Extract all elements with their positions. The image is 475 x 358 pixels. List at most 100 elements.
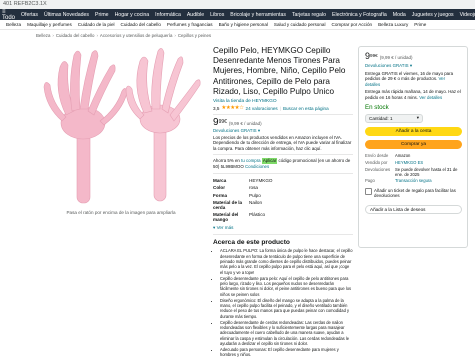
breadcrumb-item[interactable]: Cuidado del cabello [56, 33, 95, 38]
subnav-item[interactable]: Cuidado de la piel [75, 22, 118, 27]
add-to-wishlist-button[interactable]: Añadir a la Lista de deseos [365, 204, 462, 214]
nav-item[interactable]: Electrónica y Fotografía [329, 12, 390, 18]
nav-item[interactable]: Libros [207, 12, 227, 18]
browser-url: 401 REFB2C3.1X [3, 1, 47, 7]
image-zoom-caption: Pasa el ratón por encima de la imagen pa… [66, 210, 176, 215]
nav-item[interactable]: Últimas Novedades [41, 12, 92, 18]
free-returns-link[interactable]: Devoluciones GRATIS ▾ [213, 128, 353, 134]
breadcrumb-item[interactable]: Belleza [36, 33, 50, 38]
price-per-unit: (9,99 € / unidad) [228, 121, 262, 127]
subnav-item[interactable]: Maquillaje y perfumes [24, 22, 75, 27]
spec-key: Color [213, 185, 225, 191]
nav-item[interactable]: Ofertas [18, 12, 41, 18]
spec-row: Marca HEYMKGO [213, 177, 353, 184]
nav-item[interactable]: Bricolaje y herramientas [227, 12, 289, 18]
coupon-terms-link[interactable]: Condiciones [245, 164, 269, 169]
divider [213, 172, 353, 174]
seller-value: Transacción segura [395, 178, 432, 184]
subnav-item[interactable]: Comprar por Acción [329, 22, 376, 27]
divider [213, 154, 353, 156]
feature-bullet: ACLARA EL PULPO: La forma única de pulpo… [220, 248, 353, 274]
product-details: Cepillo Pelo, HEYMKGO Cepillo Desenredan… [213, 46, 353, 358]
buybox-returns-link[interactable]: Devoluciones GRATIS ▾ [365, 63, 461, 69]
subnav-item[interactable]: Cuidado del cabello [118, 22, 164, 27]
spec-key: Forma [213, 192, 228, 198]
feature-bullets: ACLARA EL PULPO: La forma única de pulpo… [213, 248, 353, 357]
breadcrumb: Belleza › Cuidado del cabello › Accesorios y… [36, 33, 211, 38]
product-image [43, 48, 201, 204]
all-menu-button[interactable]: ≡ Todo [0, 9, 18, 20]
star-rating-icon[interactable]: ★★★★☆ [221, 105, 244, 111]
ratings-count-link[interactable]: 24 valoraciones [246, 106, 278, 111]
delivery-info: Entrega GRATIS el viernes, 16 de mayo pa… [365, 70, 454, 87]
top-nav-bar: ≡ Todo Ofertas Últimas Novedades Prime Hoga… [0, 9, 475, 20]
subnav-item[interactable]: Salud y cuidado personal [271, 22, 329, 27]
coupon-row: Ahorra 5% en tu compra Aplicar código pr… [213, 158, 351, 169]
buy-box: 9 99€ (9,99 € / unidad) Devoluciones GRA… [358, 46, 468, 248]
tax-note: Los precios de los productos vendidos en… [213, 134, 352, 151]
nav-item[interactable]: Informática [152, 12, 184, 18]
nav-item[interactable]: Hogar y cocina [112, 12, 153, 18]
nav-item[interactable]: Moda [390, 12, 409, 18]
seller-key: Vendido por [365, 159, 388, 165]
seller-row: Vendido por HEYMKGO ES [365, 159, 461, 166]
spec-key: Material de la cerda [213, 199, 243, 210]
brush-left-image [43, 50, 128, 204]
add-to-cart-button[interactable]: Añadir a la cesta [365, 126, 462, 136]
gift-receipt-option[interactable]: Añadir un ticket de regalo para facilita… [365, 188, 461, 199]
nav-item[interactable]: Prime [92, 12, 112, 18]
seller-value[interactable]: HEYMKGO ES [395, 159, 461, 166]
breadcrumb-item[interactable]: Accesorios y utensilios de peluquería [100, 33, 173, 38]
spec-value: Nailon [249, 199, 263, 205]
search-page-link[interactable]: Buscar en esta página [283, 106, 329, 111]
price-cents: 99€ [218, 119, 227, 126]
nav-item[interactable]: Videojuegos [457, 12, 475, 18]
seller-row: Pago Transacción segura [365, 177, 461, 184]
nav-item[interactable]: Juguetes y juegos [409, 12, 457, 18]
breadcrumb-item[interactable]: Cepillos y peines [178, 33, 211, 38]
seller-row: Envío desde Amazon [365, 153, 461, 160]
divider [213, 234, 353, 236]
subnav-item[interactable]: Belleza Luxury [375, 22, 411, 27]
seller-info-table: Envío desde Amazon Vendido por HEYMKGO ES De… [365, 153, 461, 184]
fastest-delivery-info: Entrega más rápida mañana, 14 de mayo. H… [365, 89, 461, 100]
see-more-link[interactable]: ▾ Ver más [213, 225, 353, 231]
coupon-link[interactable]: tu compra [241, 158, 261, 163]
nav-item[interactable]: Audible [184, 12, 207, 18]
buy-now-button[interactable]: Comprar ya [365, 139, 462, 149]
divider [213, 114, 353, 116]
nav-item[interactable]: Tarjetas regalo [289, 12, 329, 18]
subnav-item[interactable]: Baño y higiene personal [216, 22, 271, 27]
gift-checkbox[interactable] [365, 188, 372, 196]
product-image-gallery[interactable] [36, 41, 206, 206]
product-price: 9 99€ (9,99 € / unidad) [213, 118, 353, 128]
feature-bullet: Cepillo desenredante para pelo: Aquí el … [220, 276, 353, 297]
brush-right-image [125, 48, 201, 202]
quantity-select[interactable]: Cantidad: 1 ▾ [365, 113, 423, 123]
seller-key: Devoluciones [365, 166, 391, 172]
spec-value: Pulpo [249, 192, 261, 198]
buybox-price: 9 99€ (9,99 € / unidad) [365, 51, 413, 61]
spec-row: Color rosa [213, 184, 353, 191]
fastest-details-link[interactable]: Ver detalles [419, 95, 442, 100]
spec-row: Forma Pulpo [213, 191, 353, 198]
spec-value: rosa [249, 185, 258, 191]
rating-value: 3,5 [213, 105, 220, 111]
breadcrumb-separator: › [174, 33, 176, 38]
spec-row: Material de la cerda Nailon [213, 199, 353, 211]
subnav-item[interactable]: Prime [411, 22, 429, 27]
spec-value: Plástico [249, 212, 266, 218]
about-product-heading: Acerca de este producto [213, 239, 290, 247]
category-subnav: Belleza Maquillaje y perfumes Cuidado de l… [0, 20, 475, 30]
brand-store-link[interactable]: Visita la tienda de HEYMKGO [213, 99, 353, 104]
breadcrumb-separator: › [52, 33, 54, 38]
spec-key: Material del mango [213, 212, 239, 223]
seller-value: Se puede devolver hasta el 31 de ene. de… [395, 166, 458, 177]
spec-row: Material del mango Plástico [213, 211, 353, 223]
breadcrumb-separator: › [96, 33, 98, 38]
subnav-item[interactable]: Perfumes y fragancias [164, 22, 216, 27]
product-specs-table: Marca HEYMKGO Color rosa Forma Pulpo Material … [213, 177, 353, 224]
stock-status: En stock [365, 103, 389, 111]
subnav-item[interactable]: Belleza [0, 22, 24, 27]
chevron-down-icon: ▾ [416, 115, 419, 121]
